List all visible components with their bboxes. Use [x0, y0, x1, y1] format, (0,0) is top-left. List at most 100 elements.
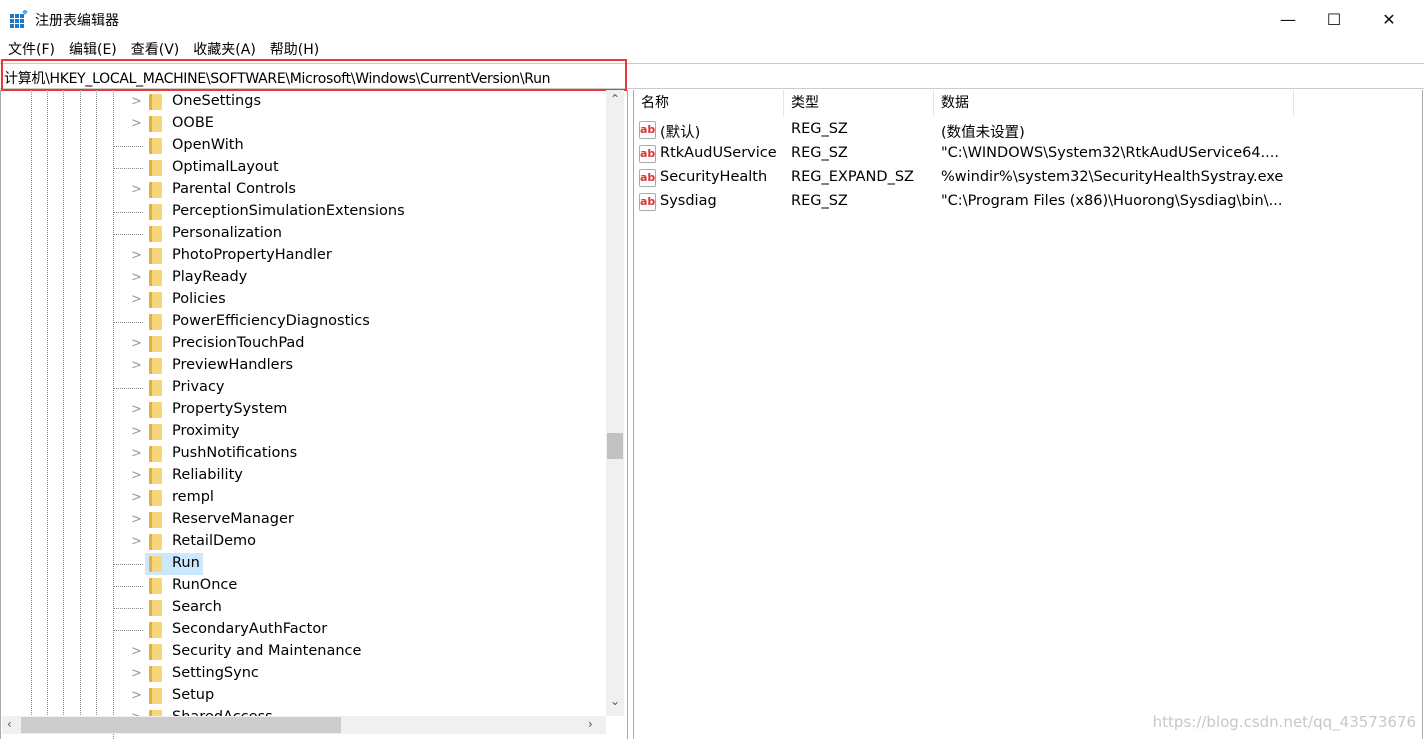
values-pane: 名称 类型 数据 ab (默认) REG_SZ (数值未设置) ab RtkAudUSer…: [633, 90, 1423, 739]
tree-item[interactable]: Search: [1, 597, 605, 619]
tree-item[interactable]: > PlayReady: [1, 267, 605, 289]
minimize-button[interactable]: —: [1265, 0, 1311, 38]
column-data[interactable]: 数据: [934, 90, 1294, 116]
address-bar[interactable]: 计算机\HKEY_LOCAL_MACHINE\SOFTWARE\Microsof…: [0, 59, 1424, 91]
tree-item[interactable]: Run: [1, 553, 605, 575]
tree-item[interactable]: > Security and Maintenance: [1, 641, 605, 663]
tree-connector: [113, 212, 143, 213]
tree-item[interactable]: > Reliability: [1, 465, 605, 487]
tree-item[interactable]: > Proximity: [1, 421, 605, 443]
tree-item[interactable]: > rempl: [1, 487, 605, 509]
value-data: (数值未设置): [941, 125, 1025, 141]
tree-item[interactable]: > RetailDemo: [1, 531, 605, 553]
chevron-right-icon[interactable]: >: [131, 182, 142, 197]
folder-icon: [149, 666, 162, 682]
maximize-button[interactable]: ☐: [1311, 0, 1357, 38]
tree-item[interactable]: SecondaryAuthFactor: [1, 619, 605, 641]
chevron-right-icon[interactable]: >: [131, 644, 142, 659]
scroll-thumb[interactable]: [21, 717, 341, 733]
tree-connector: [113, 322, 143, 323]
value-name: (默认): [660, 125, 701, 141]
chevron-right-icon[interactable]: >: [131, 490, 142, 505]
chevron-right-icon[interactable]: >: [131, 468, 142, 483]
chevron-right-icon[interactable]: >: [131, 446, 142, 461]
tree-horizontal-scrollbar[interactable]: ‹ ›: [2, 716, 606, 734]
folder-icon: [149, 468, 162, 484]
tree-item[interactable]: > PhotoPropertyHandler: [1, 245, 605, 267]
tree-item[interactable]: > Parental Controls: [1, 179, 605, 201]
registry-editor-icon: [10, 10, 28, 28]
chevron-right-icon[interactable]: >: [131, 512, 142, 527]
tree-item-label: PowerEfficiencyDiagnostics: [172, 313, 370, 329]
tree-item-label: PreviewHandlers: [172, 357, 294, 373]
value-row[interactable]: ab SecurityHealth REG_EXPAND_SZ %windir%\sy…: [634, 166, 1334, 190]
key-tree: > OneSettings > OOBE OpenWith OptimalLayout > P…: [0, 90, 628, 739]
tree-item[interactable]: > PreviewHandlers: [1, 355, 605, 377]
tree-item-label: OOBE: [172, 115, 214, 131]
folder-icon: [149, 622, 162, 638]
folder-icon: [149, 292, 162, 308]
folder-icon: [149, 424, 162, 440]
folder-icon: [149, 644, 162, 660]
folder-icon: [149, 94, 162, 110]
chevron-right-icon[interactable]: >: [131, 666, 142, 681]
tree-item[interactable]: > OOBE: [1, 113, 605, 135]
tree-vertical-scrollbar[interactable]: ⌃ ⌄: [606, 90, 624, 716]
tree-item[interactable]: > Setup: [1, 685, 605, 707]
chevron-right-icon[interactable]: >: [131, 248, 142, 263]
scroll-right-icon[interactable]: ›: [588, 717, 593, 731]
tree-item-label: RetailDemo: [172, 533, 257, 549]
chevron-right-icon[interactable]: >: [131, 402, 142, 417]
tree-connector: [113, 608, 143, 609]
chevron-right-icon[interactable]: >: [131, 116, 142, 131]
chevron-right-icon[interactable]: >: [131, 292, 142, 307]
tree-item[interactable]: Privacy: [1, 377, 605, 399]
chevron-right-icon[interactable]: >: [131, 534, 142, 549]
tree-item[interactable]: > PropertySystem: [1, 399, 605, 421]
folder-icon: [149, 380, 162, 396]
tree-item-label: Policies: [172, 291, 226, 307]
tree-item[interactable]: > PrecisionTouchPad: [1, 333, 605, 355]
folder-icon: [149, 160, 162, 176]
scroll-down-icon[interactable]: ⌄: [610, 694, 620, 708]
folder-icon: [149, 358, 162, 374]
tree-item[interactable]: > OneSettings: [1, 91, 605, 113]
tree-connector: [113, 234, 143, 235]
tree-item[interactable]: PerceptionSimulationExtensions: [1, 201, 605, 223]
tree-item-label: Proximity: [172, 423, 240, 439]
tree-item[interactable]: OpenWith: [1, 135, 605, 157]
scroll-up-icon[interactable]: ⌃: [610, 92, 620, 106]
chevron-right-icon[interactable]: >: [131, 270, 142, 285]
chevron-right-icon[interactable]: >: [131, 358, 142, 373]
tree-item[interactable]: OptimalLayout: [1, 157, 605, 179]
tree-item-label: ReserveManager: [172, 511, 294, 527]
scroll-left-icon[interactable]: ‹: [7, 717, 12, 731]
chevron-right-icon[interactable]: >: [131, 94, 142, 109]
value-row[interactable]: ab RtkAudUService REG_SZ "C:\WINDOWS\System…: [634, 142, 1334, 166]
tree-item-label: OneSettings: [172, 93, 261, 109]
tree-item-label: PropertySystem: [172, 401, 288, 417]
folder-icon: [149, 556, 162, 572]
address-path[interactable]: 计算机\HKEY_LOCAL_MACHINE\SOFTWARE\Microsof…: [4, 68, 551, 88]
tree-item[interactable]: > Policies: [1, 289, 605, 311]
close-button[interactable]: ✕: [1366, 0, 1412, 38]
tree-item-label: Search: [172, 599, 222, 615]
chevron-right-icon[interactable]: >: [131, 424, 142, 439]
column-name[interactable]: 名称: [634, 90, 784, 116]
tree-item[interactable]: > ReserveManager: [1, 509, 605, 531]
tree-item[interactable]: PowerEfficiencyDiagnostics: [1, 311, 605, 333]
value-row[interactable]: ab (默认) REG_SZ (数值未设置): [634, 118, 1334, 142]
column-type[interactable]: 类型: [784, 90, 934, 116]
scroll-thumb[interactable]: [607, 433, 623, 459]
folder-icon: [149, 182, 162, 198]
tree-item[interactable]: Personalization: [1, 223, 605, 245]
watermark: https://blog.csdn.net/qq_43573676: [1152, 713, 1416, 731]
value-row[interactable]: ab Sysdiag REG_SZ "C:\Program Files (x86)\H…: [634, 190, 1334, 214]
tree-item-label: SettingSync: [172, 665, 259, 681]
tree-item-label: Privacy: [172, 379, 225, 395]
tree-item[interactable]: > SettingSync: [1, 663, 605, 685]
tree-item[interactable]: > PushNotifications: [1, 443, 605, 465]
chevron-right-icon[interactable]: >: [131, 336, 142, 351]
chevron-right-icon[interactable]: >: [131, 688, 142, 703]
tree-item[interactable]: RunOnce: [1, 575, 605, 597]
